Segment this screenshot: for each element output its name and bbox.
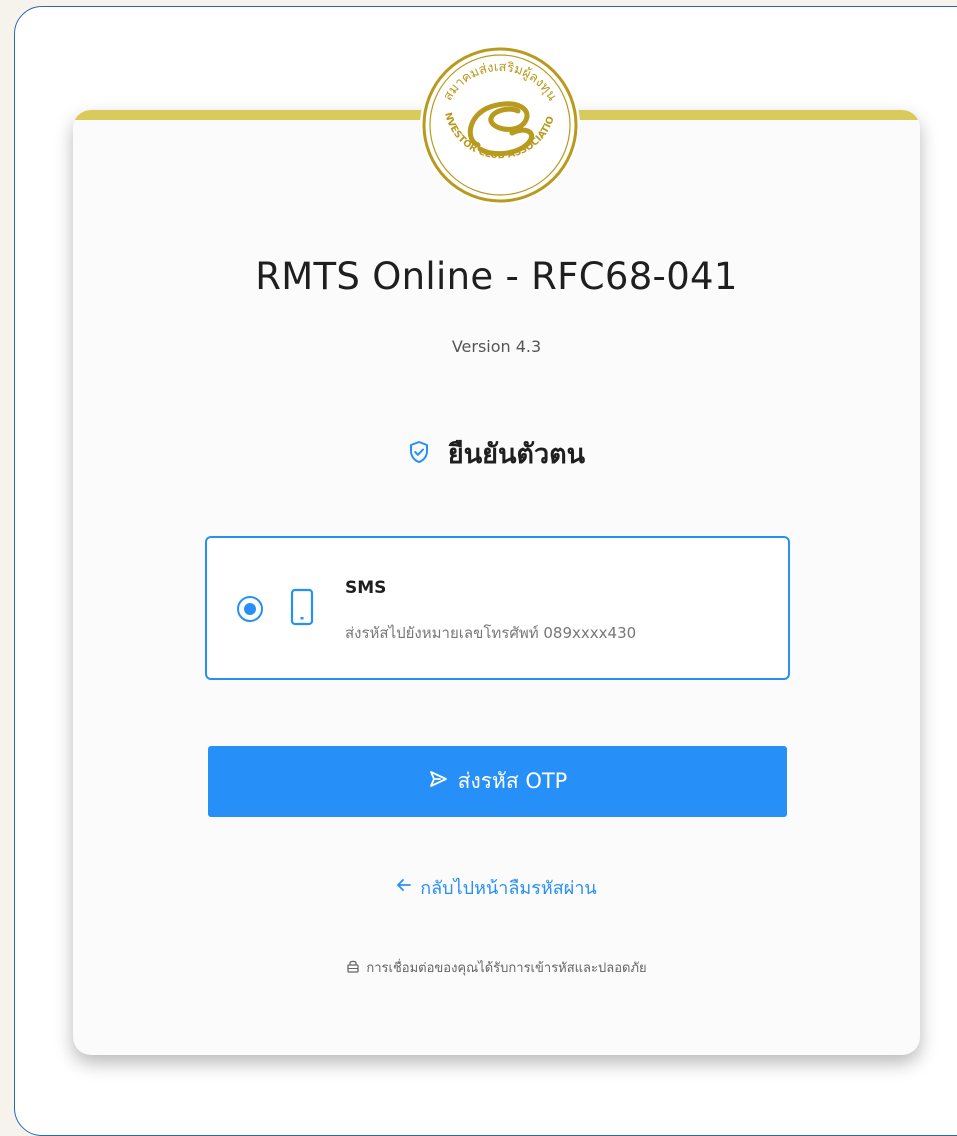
investor-club-association-logo: สมาคมส่งเสริมผู้ลงทุน INVESTOR CLUB ASSO… [416, 37, 580, 205]
back-link-label: กลับไปหน้าลืมรหัสผ่าน [420, 878, 597, 899]
back-to-forgot-password-link[interactable]: กลับไปหน้าลืมรหัสผ่าน [73, 873, 920, 902]
sms-option-card[interactable]: SMS ส่งรหัสไปยังหมายเลขโทรศัพท์ 089xxxx4… [205, 536, 790, 680]
sms-option-name: SMS [345, 578, 387, 598]
lock-icon [346, 959, 360, 977]
mobile-phone-icon [290, 588, 314, 630]
version-label: Version 4.3 [451, 337, 542, 356]
security-note: การเชื่อมต่อของคุณได้รับการเข้ารหัสและปล… [73, 957, 920, 978]
sms-option-description: ส่งรหัสไปยังหมายเลขโทรศัพท์ 089xxxx430 [345, 624, 637, 642]
send-otp-button[interactable]: ส่งรหัส OTP [208, 746, 787, 817]
security-note-text: การเชื่อมต่อของคุณได้รับการเข้ารหัสและปล… [366, 961, 647, 976]
shield-check-icon [408, 440, 430, 468]
sms-radio[interactable] [237, 596, 263, 622]
arrow-left-icon [396, 877, 412, 898]
send-arrow-icon [428, 769, 448, 794]
page-title: RMTS Online - RFC68-041 [255, 255, 738, 298]
send-otp-label: ส่งรหัส OTP [457, 769, 568, 793]
verify-title: ยืนยันตัวตน [447, 439, 586, 470]
verify-heading: ยืนยันตัวตน [73, 432, 920, 475]
